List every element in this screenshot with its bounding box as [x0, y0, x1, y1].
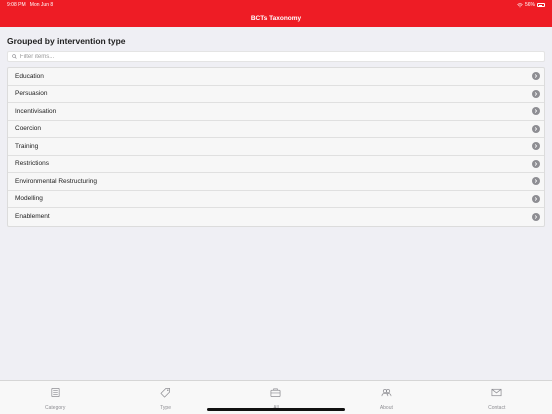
tab-label: Type	[160, 405, 171, 411]
list-item-label: Modelling	[15, 195, 43, 203]
battery-fill	[538, 4, 543, 7]
status-bar: 9:08 PM Mon Jun 8 56%	[0, 0, 552, 10]
wifi-icon	[517, 2, 523, 7]
section-title: Grouped by intervention type	[7, 36, 126, 46]
tab-label: Category	[45, 405, 66, 411]
tab-label: About	[379, 405, 393, 411]
tag-icon	[160, 385, 171, 403]
chevron-right-icon	[532, 177, 540, 186]
chevron-right-icon	[532, 142, 540, 151]
category-icon	[50, 385, 61, 403]
status-time: 9:08 PM Mon Jun 8	[7, 2, 53, 8]
tab-about[interactable]: About	[356, 381, 416, 414]
list-item[interactable]: Enablement	[8, 208, 544, 226]
mail-icon	[491, 385, 502, 403]
status-date-text: Mon Jun 8	[29, 2, 54, 8]
filter-input[interactable]	[19, 53, 544, 60]
list-item-label: Coercion	[15, 125, 42, 133]
list-item-label: Education	[15, 72, 44, 80]
status-time-text: 9:08 PM	[7, 2, 26, 8]
tab-label: Contact	[488, 405, 506, 411]
list-item-label: Incentivisation	[15, 107, 57, 115]
tab-type[interactable]: Type	[136, 381, 196, 414]
search-icon	[12, 54, 17, 59]
status-right: 56%	[517, 2, 545, 8]
list-item[interactable]: Modelling	[8, 191, 544, 208]
list-item-label: Training	[15, 142, 39, 150]
list-item[interactable]: Incentivisation	[8, 103, 544, 121]
list-item-label: Enablement	[15, 213, 50, 221]
nav-title: BCTs Taxonomy	[250, 15, 302, 22]
list-item-label: Persuasion	[15, 90, 48, 98]
chevron-right-icon	[532, 107, 540, 116]
battery-icon	[537, 3, 545, 7]
chevron-right-icon	[532, 124, 540, 133]
people-icon	[381, 385, 392, 403]
list-item[interactable]: Environmental Restructuring	[8, 173, 544, 191]
list-item[interactable]: Coercion	[8, 121, 544, 138]
chevron-right-icon	[532, 159, 540, 168]
list-item[interactable]: Persuasion	[8, 86, 544, 103]
briefcase-icon	[270, 385, 281, 403]
chevron-right-icon	[532, 194, 540, 203]
list-item[interactable]: Education	[8, 68, 544, 86]
list-item-label: Environmental Restructuring	[15, 177, 98, 185]
list-item[interactable]: Restrictions	[8, 156, 544, 173]
nav-bar: BCTs Taxonomy	[0, 10, 552, 27]
list-item-label: Restrictions	[15, 160, 49, 168]
chevron-right-icon	[532, 89, 540, 98]
chevron-right-icon	[532, 212, 540, 221]
list-item[interactable]: Training	[8, 138, 544, 156]
tab-contact[interactable]: Contact	[467, 381, 527, 414]
tab-category[interactable]: Category	[25, 381, 85, 414]
intervention-type-list: Education Persuasion Incentivisation Coerci…	[7, 67, 545, 227]
home-indicator	[207, 408, 345, 411]
battery-percent: 56%	[524, 2, 535, 8]
filter-search-field[interactable]	[7, 51, 545, 62]
chevron-right-icon	[532, 72, 540, 81]
